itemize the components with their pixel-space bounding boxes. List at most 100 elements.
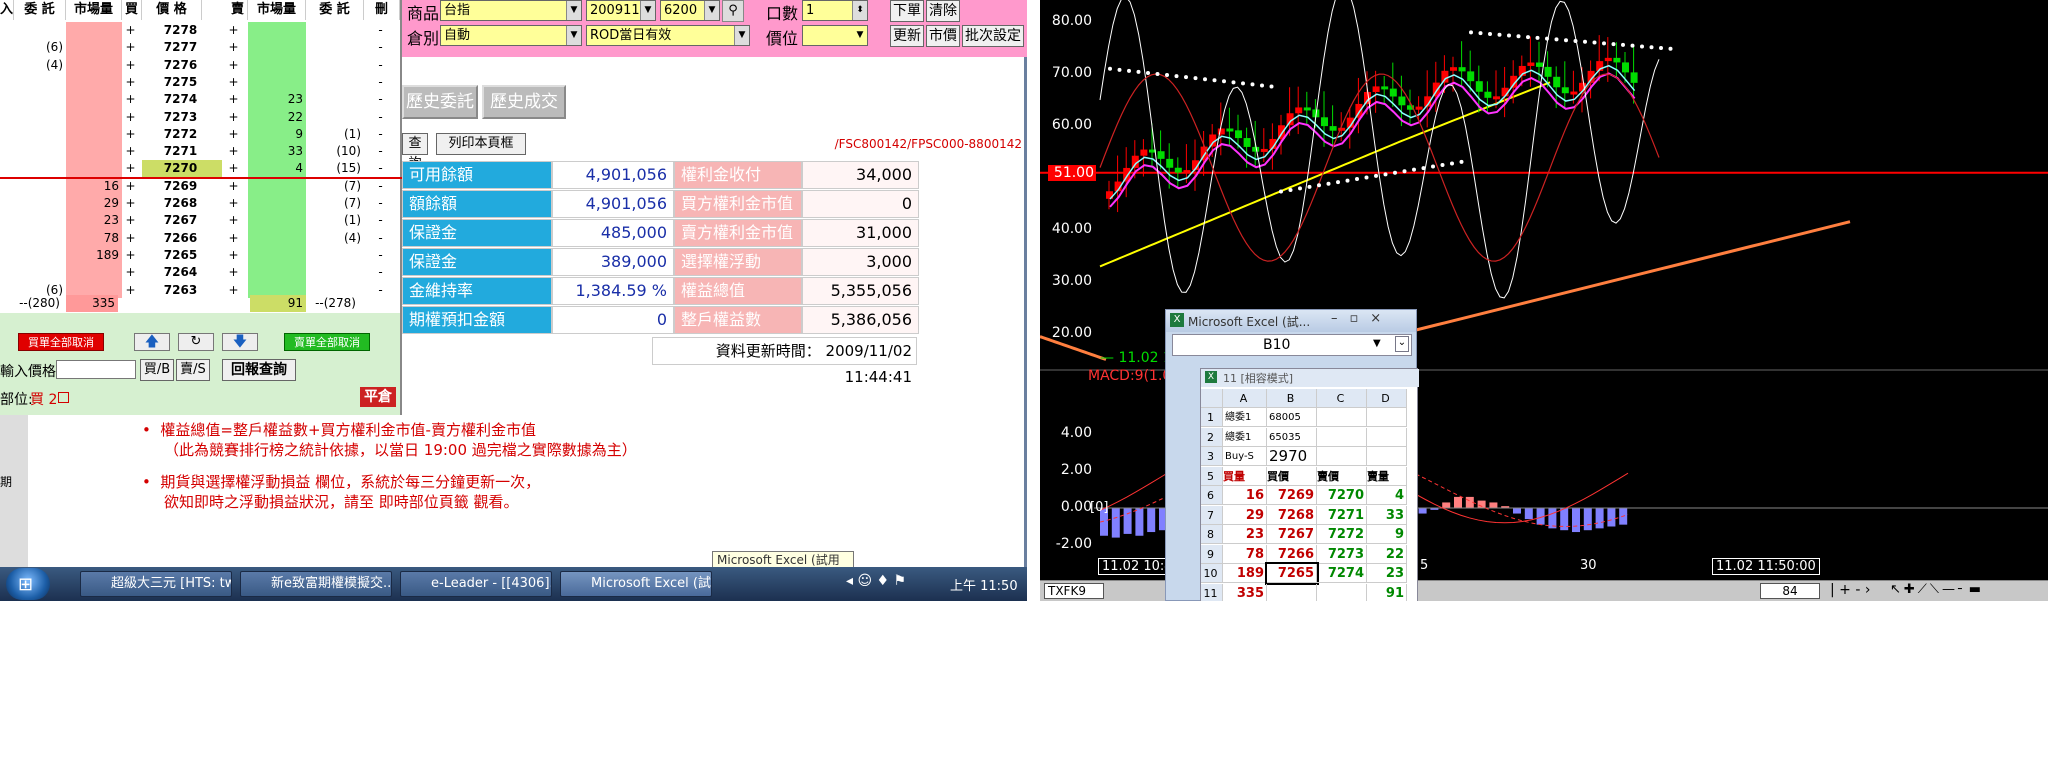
sell-plus-button[interactable]: + [222,212,248,229]
buy-plus-button[interactable]: + [122,247,142,264]
book-cell-del[interactable]: - [364,247,400,264]
excel-column-header[interactable]: C [1317,389,1367,408]
sell-plus-button[interactable]: + [222,247,248,264]
book-cell-del[interactable]: - [364,109,400,126]
excel-row-header[interactable]: 3 [1201,447,1223,466]
sell-plus-button[interactable]: + [222,57,248,74]
validity-select[interactable]: ROD當日有效 ▼ [586,25,750,46]
buy-plus-button[interactable]: + [122,91,142,108]
excel-cell[interactable] [1317,427,1367,447]
excel-cell[interactable]: Buy-S [1223,447,1267,466]
excel-cell[interactable]: 7273 [1317,544,1367,564]
excel-row-header[interactable]: 1 [1201,408,1223,427]
start-button[interactable]: ⊞ [6,568,50,600]
order-book-row[interactable]: 7270 4 (15) - + + [0,160,400,178]
checkbox-icon[interactable] [58,392,69,403]
excel-cell[interactable]: 2970 [1267,447,1317,466]
book-cell-del[interactable]: - [364,230,400,247]
excel-grid[interactable]: A B C D 1 總委1 68005 2 總委1 65035 3 Buy-S 2970 5 買量 買價 賣價賣… [1201,389,1419,601]
buy-plus-button[interactable]: + [122,39,142,56]
excel-cell[interactable]: 4 [1367,486,1407,505]
excel-cell[interactable]: 91 [1367,583,1407,601]
clock[interactable]: 上午 11:50 [950,575,1018,594]
order-book-row[interactable]: 16 7269 (7) - + + [0,178,400,195]
excel-row-header[interactable]: 9 [1201,544,1223,564]
contract-select[interactable]: 200911 ▼ [586,0,656,21]
excel-cell[interactable]: 7272 [1317,525,1367,544]
order-book-row[interactable]: 7275 - + + [0,74,400,91]
excel-cell[interactable]: 65035 [1267,427,1317,447]
excel-cell[interactable] [1317,408,1367,427]
order-book-row[interactable]: 29 7268 (7) - + + [0,195,400,212]
book-cell-del[interactable]: - [364,195,400,212]
book-cell-del[interactable]: - [364,126,400,143]
excel-titlebar[interactable]: X Microsoft Excel (試... –▫× [1166,310,1416,332]
taskbar-item-excel[interactable]: Microsoft Excel (試... [560,571,712,597]
sell-plus-button[interactable]: + [222,109,248,126]
excel-cell[interactable] [1267,583,1317,601]
sell-plus-button[interactable]: + [222,143,248,160]
excel-cell[interactable]: 9 [1367,525,1407,544]
excel-row-header[interactable]: 10 [1201,564,1223,583]
excel-row-header[interactable]: 6 [1201,486,1223,505]
order-book-row[interactable]: 189 7265 - + + [0,247,400,264]
order-book-row[interactable]: 7272 9 (1) - + + [0,126,400,143]
book-cell-del[interactable]: - [364,212,400,229]
taskbar-item-trading[interactable]: 新e致富期權模擬交... [240,571,392,597]
buy-plus-button[interactable]: + [122,143,142,160]
excel-cell[interactable]: 16 [1223,486,1267,505]
cancel-all-buy-button[interactable]: 買單全部取消 [18,333,104,351]
excel-cell[interactable]: 總委1 [1223,427,1267,447]
excel-corner[interactable] [1201,389,1223,408]
namebox[interactable]: B10 ▼ ⌄ [1172,334,1412,356]
excel-cell[interactable]: 68005 [1267,408,1317,427]
order-book-row[interactable]: (6) 7277 - + + [0,39,400,56]
batch-settings-button[interactable]: 批次設定 [962,25,1024,47]
buy-button[interactable]: 買/B [140,359,174,381]
excel-cell[interactable]: 7271 [1317,505,1367,525]
sell-plus-button[interactable]: + [222,126,248,143]
excel-cell[interactable] [1317,583,1367,601]
excel-cell[interactable] [1317,447,1367,466]
taskbar-item-eleader[interactable]: e-Leader - [[4306]... [400,571,552,597]
book-cell-del[interactable]: - [364,143,400,160]
sell-plus-button[interactable]: + [222,264,248,281]
taskbar-item-hts[interactable]: 超級大三元 [HTS: tw] [80,571,232,597]
product-select[interactable]: 台指 ▼ [440,0,582,21]
book-cell-del[interactable]: - [364,178,400,195]
print-button[interactable]: 列印本頁框 [436,133,526,155]
excel-cell[interactable]: 189 [1223,564,1267,583]
buy-plus-button[interactable]: + [122,212,142,229]
market-price-button[interactable]: 市價 [926,25,960,47]
book-cell-del[interactable]: - [364,91,400,108]
book-cell-del[interactable]: - [364,74,400,91]
zoom-field[interactable]: 84 [1760,583,1820,599]
sell-plus-button[interactable]: + [222,160,248,177]
excel-cell[interactable]: 買價 [1267,466,1317,486]
book-cell-del[interactable]: - [364,57,400,74]
sell-plus-button[interactable]: + [222,74,248,91]
excel-cell[interactable]: 22 [1367,544,1407,564]
order-book-row[interactable]: (4) 7276 - + + [0,57,400,74]
sell-plus-button[interactable]: + [222,195,248,212]
search-icon[interactable]: ⚲ [722,0,744,22]
order-book-row[interactable]: 23 7267 (1) - + + [0,212,400,229]
excel-cell[interactable]: 23 [1367,564,1407,583]
cancel-all-sell-button[interactable]: 賣單全部取消 [284,333,370,351]
clear-button[interactable]: 清除 [926,0,960,22]
excel-cell[interactable]: 7269 [1267,486,1317,505]
excel-column-header[interactable]: A [1223,389,1267,408]
excel-cell[interactable]: 總委1 [1223,408,1267,427]
excel-cell[interactable] [1367,408,1407,427]
buy-plus-button[interactable]: + [122,264,142,281]
excel-column-header[interactable]: B [1267,389,1317,408]
strike-select[interactable]: 6200 ▼ [660,0,720,21]
order-book-row[interactable]: 7271 33 (10) - + + [0,143,400,160]
excel-cell[interactable]: 33 [1367,505,1407,525]
price-field[interactable]: ▼ [802,25,868,46]
sell-button[interactable]: 賣/S [176,359,210,381]
sell-plus-button[interactable]: + [222,230,248,247]
excel-cell[interactable]: 賣量 [1367,466,1407,486]
input-price-field[interactable] [56,360,136,379]
book-cell-del[interactable]: - [364,39,400,56]
